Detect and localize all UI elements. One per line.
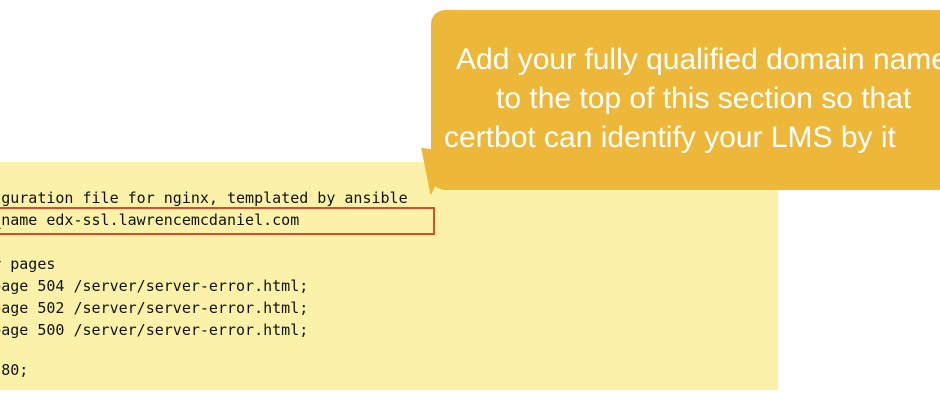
code-line-error-500: error_page 500 /server/server-error.html…	[0, 321, 309, 339]
screenshot-stage: # Configuration file for nginx, template…	[0, 0, 940, 400]
callout-text-line-2: to the top of this section so that	[496, 82, 912, 115]
callout-text-line-3: certbot can identify your LMS by it	[444, 121, 896, 154]
callout-text-line-1: Add your fully qualified domain name	[456, 43, 940, 76]
code-line-error-504: error_page 504 /server/server-error.html…	[0, 277, 309, 295]
code-line-error-502: error_page 502 /server/server-error.html…	[0, 299, 309, 317]
code-line-listen: listen 80;	[1, 361, 29, 379]
server-name-highlight-box	[0, 207, 435, 235]
code-line-comment-config: # Configuration file for nginx, template…	[0, 189, 408, 207]
code-line-error-pages-comment: # error pages	[0, 255, 56, 273]
